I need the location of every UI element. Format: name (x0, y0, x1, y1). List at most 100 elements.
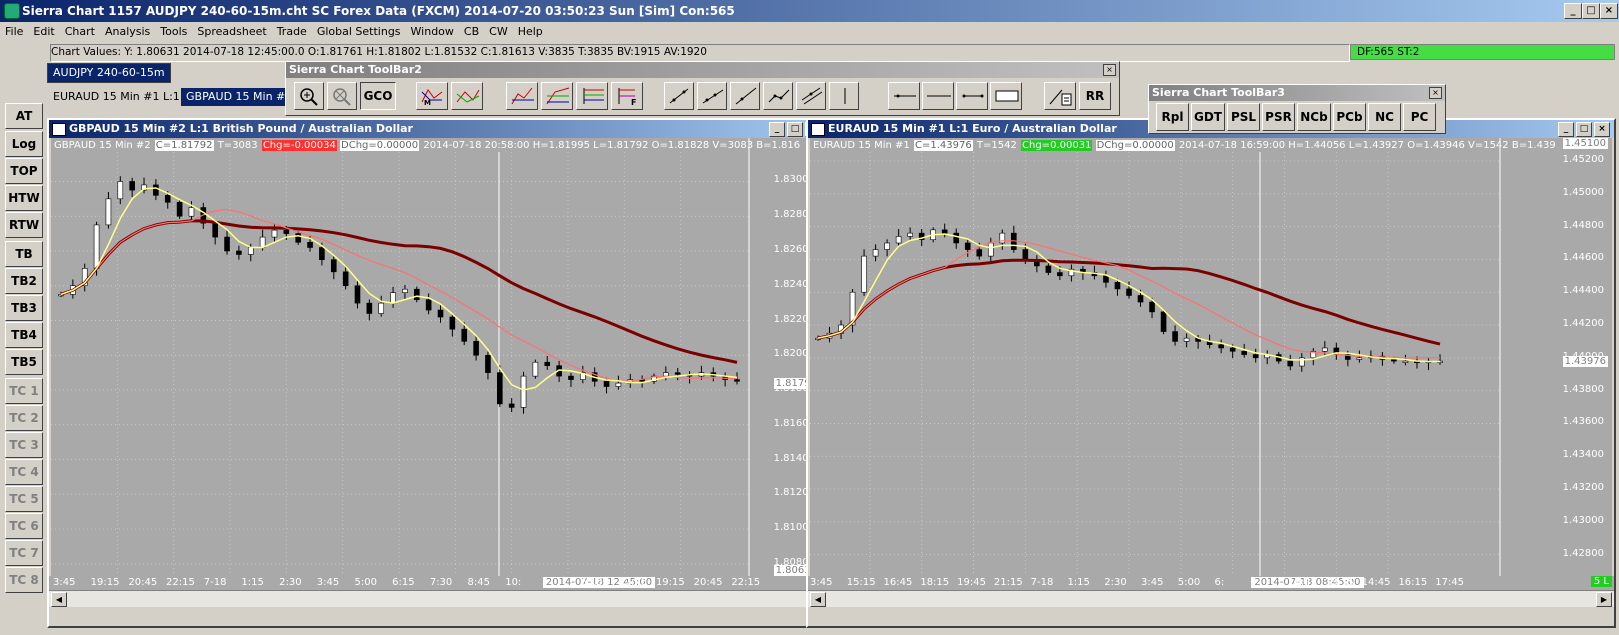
candle-down (1391, 359, 1397, 362)
menu-cw[interactable]: CW (484, 22, 513, 42)
pcb-button[interactable]: PCb (1333, 103, 1366, 131)
candle-down (976, 249, 983, 257)
segment-icon[interactable] (763, 82, 793, 110)
candle-down (295, 233, 301, 243)
chartbook-tab[interactable]: AUDJPY 240-60-15m (47, 63, 171, 83)
menu-help[interactable]: Help (513, 22, 548, 42)
horizontal-line-icon[interactable] (922, 82, 954, 110)
vertical-line-icon[interactable] (829, 82, 859, 110)
candle-down (1103, 275, 1109, 283)
left-button-tc5[interactable]: TC 5 (5, 486, 43, 512)
candle-up (907, 232, 913, 237)
sierra-chart-app-icon (4, 3, 20, 19)
gco-button[interactable]: GCO (360, 82, 396, 110)
left-button-tc6[interactable]: TC 6 (5, 513, 43, 539)
left-button-top[interactable]: TOP (5, 158, 43, 184)
time-tick-label: 6: (1214, 577, 1225, 588)
left-button-tb3[interactable]: TB3 (5, 295, 43, 321)
scroll-left-icon[interactable]: ◀ (51, 592, 67, 607)
extended-line-icon[interactable] (730, 82, 760, 110)
horizontal-segment-icon[interactable] (956, 82, 988, 110)
info-change: Chg=-0.00034 (261, 140, 337, 151)
pc-button[interactable]: PC (1403, 103, 1436, 131)
menu-cb[interactable]: CB (459, 22, 484, 42)
nc-button[interactable]: NC (1368, 103, 1401, 131)
rpl-button[interactable]: Rpl (1156, 103, 1189, 131)
time-tick-label: 5:00 (1177, 577, 1201, 588)
left-button-tb4[interactable]: TB4 (5, 322, 43, 348)
maximize-icon[interactable]: □ (1576, 122, 1592, 137)
line-icon[interactable] (664, 82, 694, 110)
menu-tools[interactable]: Tools (155, 22, 192, 42)
maximize-icon[interactable]: □ (1582, 3, 1600, 19)
left-button-tc1[interactable]: TC 1 (5, 378, 43, 404)
menu-global-settings[interactable]: Global Settings (312, 22, 406, 42)
price-plot[interactable]: GBPAUD 15 Min #2 C=1.81792 T=3083 Chg=-0… (51, 138, 823, 576)
left-button-panel: AT Log TOP HTW RTW TB TB2 TB3 TB4 TB5 TC… (0, 102, 44, 635)
info-close: C=1.81792 (154, 140, 214, 151)
close-icon[interactable]: × (1103, 64, 1116, 76)
rr-button[interactable]: RR (1079, 82, 1111, 110)
psl-button[interactable]: PSL (1227, 103, 1260, 131)
time-tick-label: 7-18 (203, 577, 227, 588)
menu-analysis[interactable]: Analysis (100, 22, 155, 42)
channel-icon[interactable] (796, 82, 826, 110)
cross-lines-2-icon[interactable] (451, 82, 483, 110)
info-daily-change: DChg=0.00000 (340, 140, 420, 151)
calculator-icon[interactable] (1044, 82, 1076, 110)
menu-spreadsheet[interactable]: Spreadsheet (192, 22, 271, 42)
close-icon[interactable]: × (1594, 122, 1610, 137)
info-change: Chg=0.00031 (1021, 140, 1093, 151)
horizontal-ray-icon[interactable] (888, 82, 920, 110)
left-button-tc7[interactable]: TC 7 (5, 540, 43, 566)
menu-file[interactable]: File (0, 22, 28, 42)
price-tick-label: 1.43400 (1562, 449, 1604, 461)
candlestick-chart[interactable] (51, 138, 823, 576)
gdt-button[interactable]: GDT (1191, 103, 1225, 131)
left-button-at[interactable]: AT (5, 103, 43, 129)
minimize-icon[interactable]: _ (1558, 122, 1574, 137)
left-button-tc8[interactable]: TC 8 (5, 567, 43, 593)
maximize-icon[interactable]: □ (787, 122, 803, 137)
left-button-tc3[interactable]: TC 3 (5, 432, 43, 458)
bar-draw-2-icon[interactable] (541, 82, 573, 110)
zoom-out-icon[interactable] (327, 82, 357, 110)
menu-edit[interactable]: Edit (28, 22, 59, 42)
left-button-tb[interactable]: TB (5, 241, 43, 267)
time-tick-label: 1:15 (1067, 577, 1090, 588)
fib-f-icon[interactable]: F (611, 82, 643, 110)
horizontal-scrollbar[interactable]: ◀ ▶ (49, 590, 825, 607)
ray-icon[interactable] (697, 82, 727, 110)
close-icon[interactable]: × (1600, 3, 1618, 19)
psr-button[interactable]: PSR (1262, 103, 1295, 131)
bar-draw-icon[interactable] (506, 82, 538, 110)
left-button-tb2[interactable]: TB2 (5, 268, 43, 294)
candle-down (568, 375, 574, 380)
left-button-rtw[interactable]: RTW (5, 212, 43, 238)
left-button-tc4[interactable]: TC 4 (5, 459, 43, 485)
left-button-tb5[interactable]: TB5 (5, 349, 43, 375)
minimize-icon[interactable]: _ (1564, 3, 1582, 19)
scroll-left-icon[interactable]: ◀ (810, 592, 826, 607)
horizontal-scrollbar[interactable]: ◀ ▶ (808, 590, 1614, 607)
time-tick-label: 7-18 (1030, 577, 1054, 588)
minimize-icon[interactable]: _ (769, 122, 785, 137)
zoom-in-icon[interactable] (294, 82, 324, 110)
left-button-tc2[interactable]: TC 2 (5, 405, 43, 431)
close-icon[interactable]: × (1429, 87, 1442, 99)
rectangle-icon[interactable] (990, 82, 1022, 110)
left-button-log[interactable]: Log (5, 131, 43, 157)
candlestick-chart[interactable] (810, 138, 1612, 576)
info-trades: T=3083 (217, 140, 258, 151)
ncb-button[interactable]: NCb (1297, 103, 1331, 131)
menu-trade[interactable]: Trade (272, 22, 312, 42)
menu-chart[interactable]: Chart (60, 22, 100, 42)
chart-tab-euraud[interactable]: EURAUD 15 Min #1 L:1 (48, 88, 185, 106)
candle-up (93, 224, 100, 269)
fib-icon[interactable] (576, 82, 608, 110)
left-button-htw[interactable]: HTW (5, 185, 43, 211)
scroll-right-icon[interactable]: ▶ (1596, 592, 1612, 607)
price-plot[interactable]: EURAUD 15 Min #1 C=1.43976 T=1542 Chg=0.… (810, 138, 1612, 576)
cross-lines-icon[interactable]: M (416, 82, 448, 110)
menu-window[interactable]: Window (406, 22, 459, 42)
